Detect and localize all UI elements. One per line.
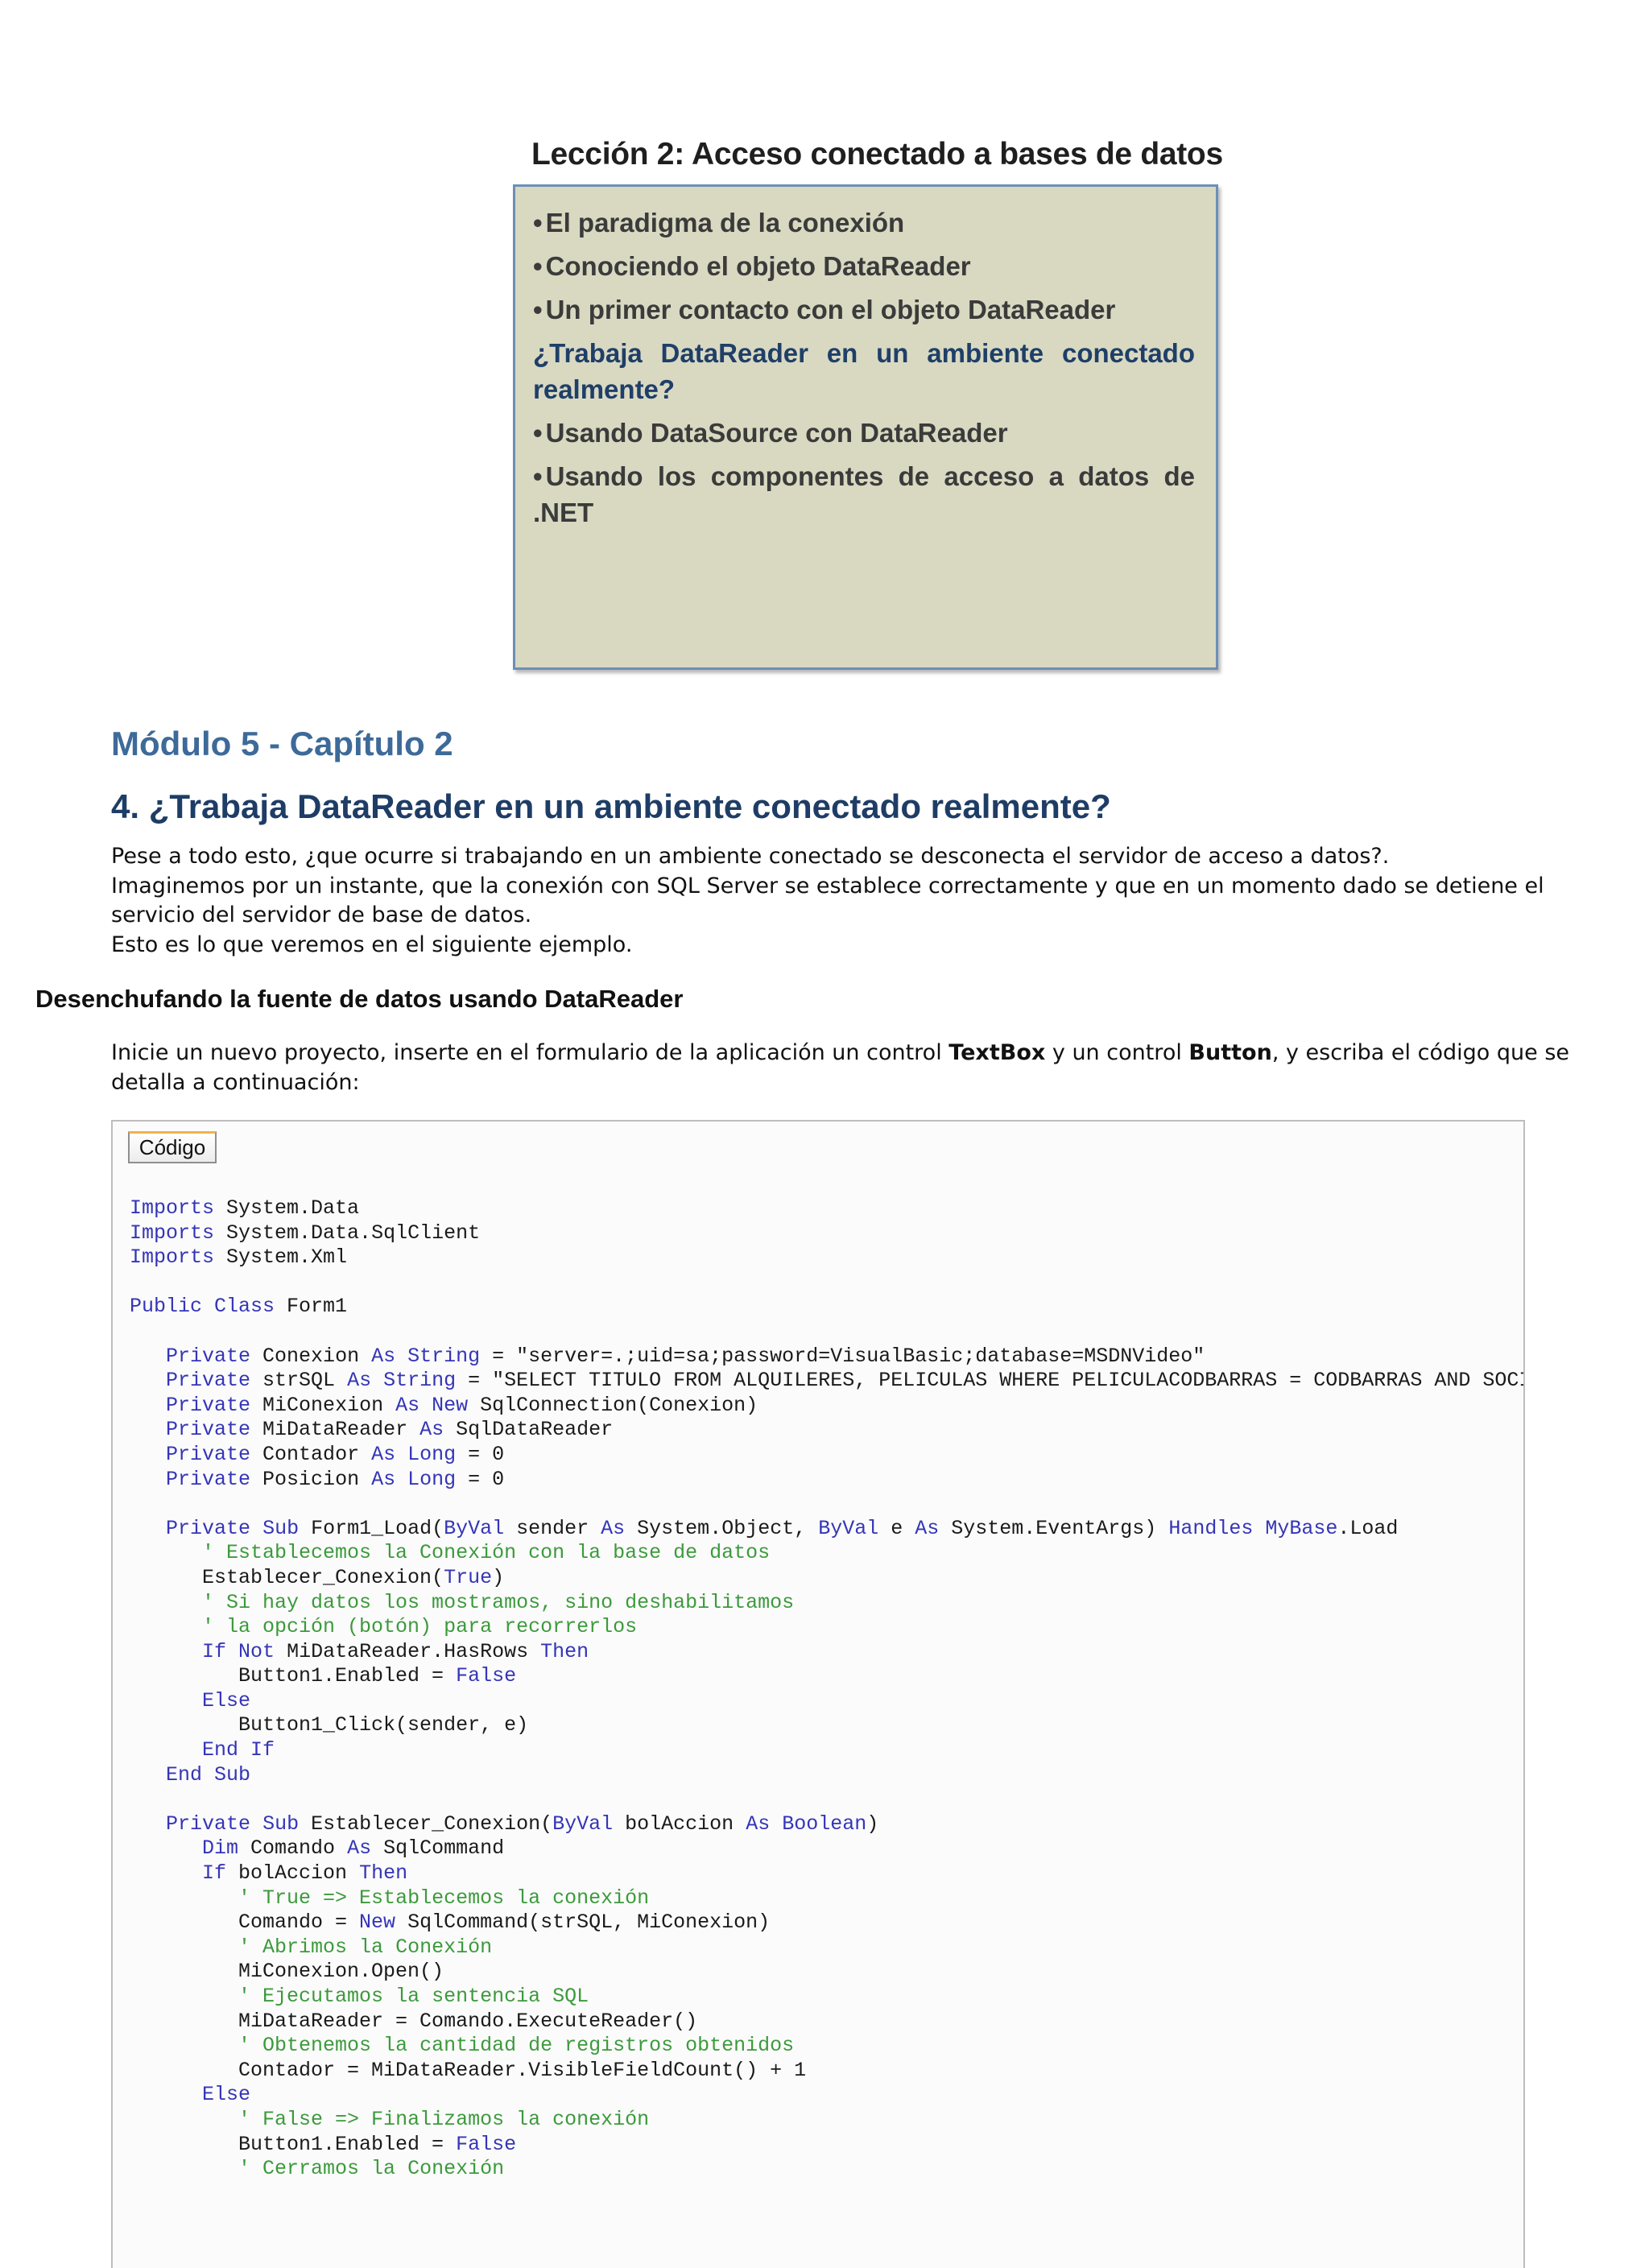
code-line: ' True => Establecemos la conexión	[238, 1886, 650, 1910]
code-line: ' Abrimos la Conexión	[238, 1935, 493, 1959]
code-line: Button1.Enabled = False	[130, 2132, 517, 2156]
code-line: Private Conexion As String = "server=.;u…	[166, 1344, 1205, 1368]
instructions-bold: TextBox	[948, 1040, 1046, 1065]
code-line: Private strSQL As String = "SELECT TITUL…	[166, 1369, 1523, 1393]
code-line: Button1_Click(sender, e)	[130, 1713, 529, 1737]
code-line: ' Si hay datos los mostramos, sino desha…	[202, 1590, 795, 1614]
code-line: Button1.Enabled = False	[130, 1664, 517, 1688]
subheading: Desenchufando la fuente de datos usando …	[35, 985, 684, 1013]
section-title: 4. ¿Trabaja DataReader en un ambiente co…	[111, 787, 1111, 825]
lesson-item[interactable]: • El paradigma de la conexión	[533, 204, 1195, 241]
code-line: Private Contador As Long = 0	[166, 1442, 505, 1466]
bullet-icon: •	[533, 295, 543, 324]
lesson-item[interactable]: ¿Trabaja DataReader en un ambiente conec…	[533, 335, 1195, 407]
code-line: Else	[202, 2083, 251, 2107]
code-line: Private MiConexion As New SqlConnection(…	[166, 1393, 758, 1417]
code-line: MiDataReader = Comando.ExecuteReader()	[130, 2009, 698, 2033]
instructions-part: Inicie un nuevo proyecto, inserte en el …	[111, 1040, 949, 1065]
intro-paragraph: Imaginemos por un instante, que la conex…	[111, 873, 1544, 928]
instructions-text: Inicie un nuevo proyecto, inserte en el …	[111, 1039, 1617, 1097]
lesson-title: Lección 2: Acceso conectado a bases de d…	[531, 137, 1223, 171]
instructions-bold: Button	[1188, 1040, 1272, 1065]
code-block: Imports System.Data Imports System.Data.…	[130, 1196, 1523, 2182]
instructions-part: y un control	[1045, 1040, 1189, 1065]
code-line: ' Obtenemos la cantidad de registros obt…	[238, 2034, 795, 2058]
code-line: Else	[202, 1688, 251, 1712]
code-line: Comando = New SqlCommand(strSQL, MiConex…	[130, 1911, 771, 1935]
lesson-menu: • El paradigma de la conexión • Conociendo …	[513, 184, 1218, 670]
lesson-item-label: Usando DataSource con DataReader	[545, 418, 1008, 448]
bullet-icon: •	[533, 251, 543, 281]
code-line: Dim Comando As SqlCommand	[202, 1836, 505, 1861]
code-line: ' Establecemos la Conexión con la base d…	[202, 1541, 771, 1565]
intro-paragraph: Pese a todo esto, ¿que ocurre si trabaja…	[111, 844, 1390, 869]
bullet-icon: •	[533, 418, 543, 448]
code-line: ' la opción (botón) para recorrerlos	[202, 1615, 638, 1639]
intro-paragraph: Esto es lo que veremos en el siguiente e…	[111, 932, 633, 957]
code-line: Private Posicion As Long = 0	[166, 1467, 505, 1491]
lesson-item[interactable]: • Usando los componentes de acceso a dato…	[533, 458, 1195, 531]
code-tab[interactable]: Código	[128, 1131, 217, 1163]
lesson-item-label: Conociendo el objeto DataReader	[545, 251, 971, 281]
code-line: Imports System.Xml	[130, 1246, 348, 1270]
lesson-item-label: ¿Trabaja DataReader en un ambiente conec…	[533, 338, 1195, 404]
code-panel: Código Imports System.Data Imports Syste…	[111, 1120, 1525, 2268]
code-line: End Sub	[166, 1762, 251, 1787]
code-line: Private Sub Establecer_Conexion(ByVal bo…	[166, 1812, 879, 1836]
bullet-icon: •	[533, 461, 543, 491]
code-line: Imports System.Data	[130, 1196, 360, 1220]
code-line: If bolAccion Then	[202, 1861, 408, 1886]
code-line: Contador = MiDataReader.VisibleFieldCoun…	[130, 2058, 807, 2082]
lesson-item-label: Usando los componentes de acceso a datos…	[533, 461, 1195, 527]
lesson-item-label: Un primer contacto con el objeto DataRea…	[545, 295, 1116, 324]
lesson-item[interactable]: • Un primer contacto con el objeto DataRe…	[533, 291, 1195, 328]
code-line: ' Cerramos la Conexión	[238, 2157, 505, 2181]
code-line: If Not MiDataReader.HasRows Then	[202, 1639, 589, 1663]
code-line: Establecer_Conexion(True)	[130, 1565, 505, 1589]
lesson-item[interactable]: • Conociendo el objeto DataReader	[533, 248, 1195, 284]
code-line: MiConexion.Open()	[130, 1960, 444, 1984]
code-line: End If	[202, 1738, 275, 1762]
code-line: Imports System.Data.SqlClient	[130, 1221, 481, 1245]
code-line: Private MiDataReader As SqlDataReader	[166, 1418, 614, 1442]
code-line: ' False => Finalizamos la conexión	[238, 2107, 650, 2131]
lesson-item[interactable]: • Usando DataSource con DataReader	[533, 415, 1195, 451]
code-line: Private Sub Form1_Load(ByVal sender As S…	[166, 1516, 1399, 1540]
lesson-item-label: El paradigma de la conexión	[545, 208, 905, 238]
code-line: Public Class Form1	[130, 1295, 348, 1319]
code-line: ' Ejecutamos la sentencia SQL	[238, 1985, 589, 2008]
bullet-icon: •	[533, 208, 543, 238]
intro-text: Pese a todo esto, ¿que ocurre si trabaja…	[111, 842, 1617, 960]
module-title: Módulo 5 - Capítulo 2	[111, 725, 453, 762]
